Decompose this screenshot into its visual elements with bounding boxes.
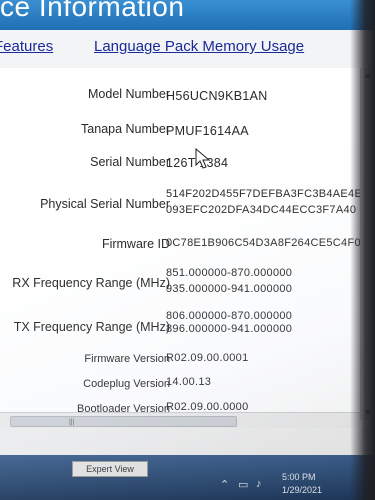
scroll-up-arrow-icon[interactable] [364,73,372,78]
chevron-up-icon[interactable]: ⌃ [220,478,229,491]
scroll-down-arrow-icon[interactable] [364,410,372,415]
screen: ce Information Features Language Pack Me… [0,0,375,500]
mouse-pointer-icon [195,148,211,169]
model-number-value: H56UCN9KB1AN [166,89,268,103]
serial-number-label: Serial Number [90,155,170,169]
model-number-label: Model Number [88,87,170,101]
tx-frequency-label: TX Frequency Range (MHz) [13,320,170,334]
taskbar-clock-date[interactable]: 1/29/2021 [282,485,322,495]
rx-frequency-value-line1: 851.000000-870.000000 [166,267,293,279]
vertical-scrollbar[interactable] [360,68,375,420]
taskbar-clock-time[interactable]: 5:00 PM [282,472,316,482]
button-area [0,428,375,455]
physical-serial-number-label: Physical Serial Number [40,197,170,211]
network-icon[interactable]: ▭ [238,478,248,491]
tab-features[interactable]: Features [0,38,53,55]
horizontal-scroll-thumb[interactable]: | | | [10,416,237,427]
firmware-id-value: 0C78E1B906C54D3A8F264CE5C4F0 [166,237,361,249]
tx-frequency-value-line1: 806.000000-870.000000 [166,310,293,322]
rx-frequency-label: RX Frequency Range (MHz) [12,276,170,290]
codeplug-version-value: 14.00.13 [166,376,212,388]
tx-frequency-value-line2: 896.000000-941.000000 [166,323,293,335]
firmware-version-label: Firmware Version [84,353,170,365]
rx-frequency-value-line2: 935.000000-941.000000 [166,283,293,295]
tab-strip: Features Language Pack Memory Usage [0,34,375,64]
tanapa-number-label: Tanapa Number [81,122,170,136]
tanapa-number-value: PMUF1614AA [166,124,249,138]
expert-view-button[interactable]: Expert View [72,461,148,477]
physical-serial-number-value-line1: 514F202D455F7DEFBA3FC3B4AE4E [166,188,363,200]
horizontal-scrollbar[interactable]: | | | [0,412,360,429]
codeplug-version-label: Codeplug Version [83,378,170,390]
window-title-bar: ce Information [0,0,375,30]
scroll-grip-icon: | | | [69,419,74,426]
firmware-id-label: Firmware ID [101,237,170,251]
speaker-icon[interactable]: ♪ [256,478,262,490]
tab-language-pack-memory-usage[interactable]: Language Pack Memory Usage [94,38,304,55]
window-title: ce Information [0,0,185,22]
physical-serial-number-value-line2: 093EFC202DFA34DC44ECC3F7A40 [166,204,357,216]
firmware-version-value: R02.09.00.0001 [166,352,249,364]
